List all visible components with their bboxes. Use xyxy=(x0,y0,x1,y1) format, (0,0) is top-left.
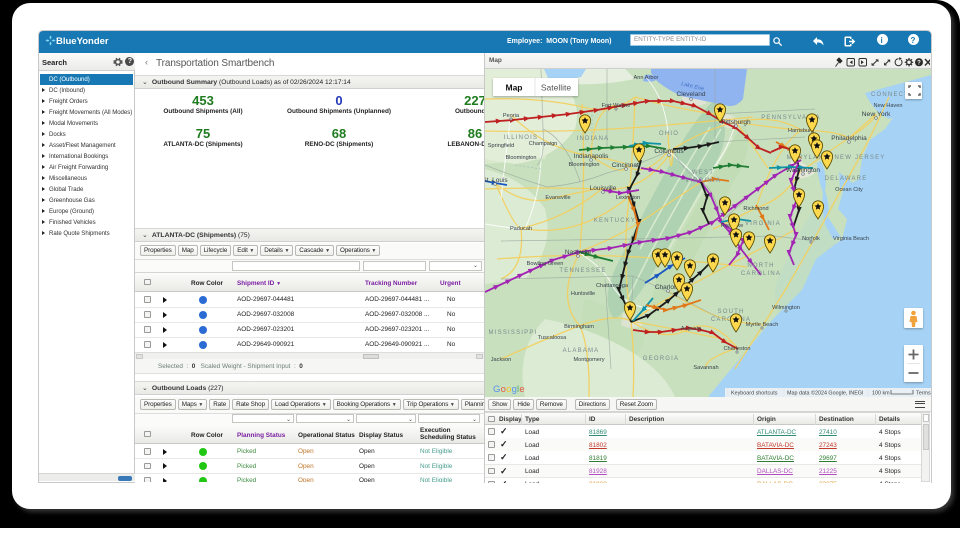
svg-text:CAROLINA: CAROLINA xyxy=(741,271,781,277)
svg-text:Springfield: Springfield xyxy=(488,143,514,149)
svg-text:GEORGIA: GEORGIA xyxy=(643,356,679,362)
svg-text:?: ? xyxy=(917,60,921,66)
svg-text:Ann Arbor: Ann Arbor xyxy=(634,75,659,81)
svg-text:VIRGINIA: VIRGINIA xyxy=(685,178,721,184)
svg-text:Map data ©2024 Google, INEGI: Map data ©2024 Google, INEGI xyxy=(787,390,864,397)
svg-text:100 km: 100 km xyxy=(872,391,890,397)
svg-text:Map: Map xyxy=(506,83,523,93)
svg-text:MISSISSIPPI: MISSISSIPPI xyxy=(489,330,538,336)
svg-text:DELAWARE: DELAWARE xyxy=(825,176,868,182)
svg-text:Keyboard shortcuts: Keyboard shortcuts xyxy=(731,391,778,397)
svg-text:Ocean City: Ocean City xyxy=(835,187,863,193)
svg-text:Huntsville: Huntsville xyxy=(571,291,595,297)
svg-text:WEST: WEST xyxy=(692,170,714,176)
svg-text:Satellite: Satellite xyxy=(541,83,572,93)
svg-text:Birmingham: Birmingham xyxy=(564,324,594,330)
svg-text:OHIO: OHIO xyxy=(659,131,679,137)
svg-text:St. Louis: St. Louis xyxy=(485,177,508,184)
svg-text:ALABAMA: ALABAMA xyxy=(563,348,600,354)
svg-text:Bloomington: Bloomington xyxy=(568,162,599,168)
svg-text:Jackson: Jackson xyxy=(491,357,512,363)
svg-text:Champaign: Champaign xyxy=(529,141,558,147)
svg-text:Virginia Beach: Virginia Beach xyxy=(833,236,869,242)
svg-text:SOUTH: SOUTH xyxy=(718,309,745,315)
svg-text:Lexington: Lexington xyxy=(616,195,640,201)
svg-text:Savannah: Savannah xyxy=(693,365,718,371)
svg-text:VIRGINIA: VIRGINIA xyxy=(745,221,781,227)
svg-text:Bloomington: Bloomington xyxy=(505,155,536,161)
svg-text:TENNESSEE: TENNESSEE xyxy=(559,268,606,274)
svg-text:Richmond: Richmond xyxy=(743,206,768,212)
svg-text:Evansville: Evansville xyxy=(545,195,570,201)
svg-text:Augusta: Augusta xyxy=(681,326,702,332)
svg-text:Tuscaloosa: Tuscaloosa xyxy=(538,335,567,341)
svg-text:Bowling Green: Bowling Green xyxy=(527,261,564,267)
svg-text:KENTUCKY: KENTUCKY xyxy=(594,218,636,224)
svg-text:Chattanooga: Chattanooga xyxy=(596,283,629,289)
svg-text:Montgomery: Montgomery xyxy=(573,357,604,363)
svg-text:Cleveland: Cleveland xyxy=(677,91,706,98)
svg-text:New Haven: New Haven xyxy=(874,103,903,109)
svg-text:Paducah: Paducah xyxy=(510,226,532,232)
svg-text:Google: Google xyxy=(493,384,525,395)
svg-text:NEW JERSEY: NEW JERSEY xyxy=(834,155,885,161)
svg-text:NORTH: NORTH xyxy=(747,263,774,269)
svg-text:INDIANA: INDIANA xyxy=(577,136,610,142)
svg-text:Terms: Terms xyxy=(916,391,931,397)
